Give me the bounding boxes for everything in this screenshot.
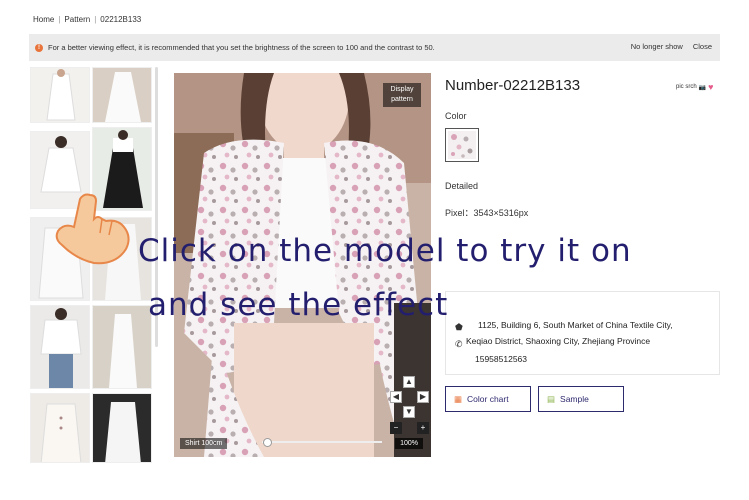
thumbnail-item[interactable] bbox=[30, 393, 90, 463]
thumbnail-item[interactable] bbox=[30, 67, 90, 123]
chevron-right-icon[interactable]: ▶ bbox=[417, 391, 429, 403]
color-chart-icon: ▦ bbox=[454, 393, 463, 404]
thumbnail-item[interactable] bbox=[92, 393, 152, 463]
warning-icon: ! bbox=[35, 43, 43, 52]
sample-button[interactable]: ▤ Sample bbox=[538, 386, 624, 412]
chevron-left-icon[interactable]: ◀ bbox=[390, 391, 402, 403]
detailed-label: Detailed bbox=[445, 181, 479, 191]
thumbnail-item[interactable] bbox=[92, 67, 152, 123]
address-line-2: Keqiao District, Shaoxing City, Zhejiang… bbox=[466, 336, 651, 346]
pic-search-button[interactable]: pic srch 📷 ♥ bbox=[676, 82, 714, 92]
zoom-value: 100% bbox=[395, 438, 423, 449]
notice-bar: ! For a better viewing effect, it is rec… bbox=[29, 34, 720, 61]
pixel-size: Pixel：3543×5316px bbox=[445, 208, 529, 218]
overlay-hint-line-2: and see the effect bbox=[148, 287, 449, 323]
phone-number: 15958512563 bbox=[475, 354, 528, 364]
thumbnail-item[interactable] bbox=[92, 305, 152, 389]
zoom-in-icon[interactable]: + bbox=[417, 422, 429, 434]
notice-text: For a better viewing effect, it is recom… bbox=[48, 43, 435, 52]
sample-label: Sample bbox=[560, 394, 589, 404]
address-line-1: 1125, Building 6, South Market of China … bbox=[478, 320, 673, 330]
breadcrumb: Home | Pattern | 02212B133 bbox=[29, 15, 145, 24]
color-chart-label: Color chart bbox=[467, 394, 509, 404]
breadcrumb-current: 02212B133 bbox=[100, 15, 142, 24]
color-swatch[interactable] bbox=[445, 128, 479, 162]
zoom-slider[interactable] bbox=[262, 441, 382, 443]
color-chart-button[interactable]: ▦ Color chart bbox=[445, 386, 531, 412]
chevron-down-icon[interactable]: ▼ bbox=[403, 406, 415, 418]
overlay-hint-line-1: Click on the model to try it on bbox=[138, 233, 632, 269]
chevron-up-icon[interactable]: ▲ bbox=[403, 376, 415, 388]
location-icon: ⬟ bbox=[455, 322, 463, 332]
no-longer-show-link[interactable]: No longer show bbox=[631, 42, 683, 51]
pic-search-label: pic srch bbox=[676, 84, 697, 90]
size-label: Shirt 100cm bbox=[180, 438, 228, 449]
pointing-hand-icon bbox=[55, 193, 130, 265]
phone-icon: ✆ bbox=[455, 339, 463, 349]
thumbnail-item[interactable] bbox=[30, 305, 90, 389]
product-title: Number-02212B133 bbox=[445, 77, 581, 94]
sample-icon: ▤ bbox=[547, 393, 556, 404]
zoom-out-icon[interactable]: − bbox=[390, 422, 402, 434]
breadcrumb-pattern[interactable]: Pattern bbox=[60, 15, 94, 24]
camera-icon: 📷 bbox=[698, 84, 707, 91]
color-label: Color bbox=[445, 111, 467, 121]
close-link[interactable]: Close bbox=[693, 42, 712, 51]
display-pattern-button[interactable]: Display pattern bbox=[383, 83, 421, 107]
breadcrumb-home[interactable]: Home bbox=[29, 15, 58, 24]
contact-box: ⬟ 1125, Building 6, South Market of Chin… bbox=[445, 291, 720, 375]
heart-icon[interactable]: ♥ bbox=[708, 82, 713, 92]
zoom-slider-handle[interactable] bbox=[263, 438, 272, 447]
